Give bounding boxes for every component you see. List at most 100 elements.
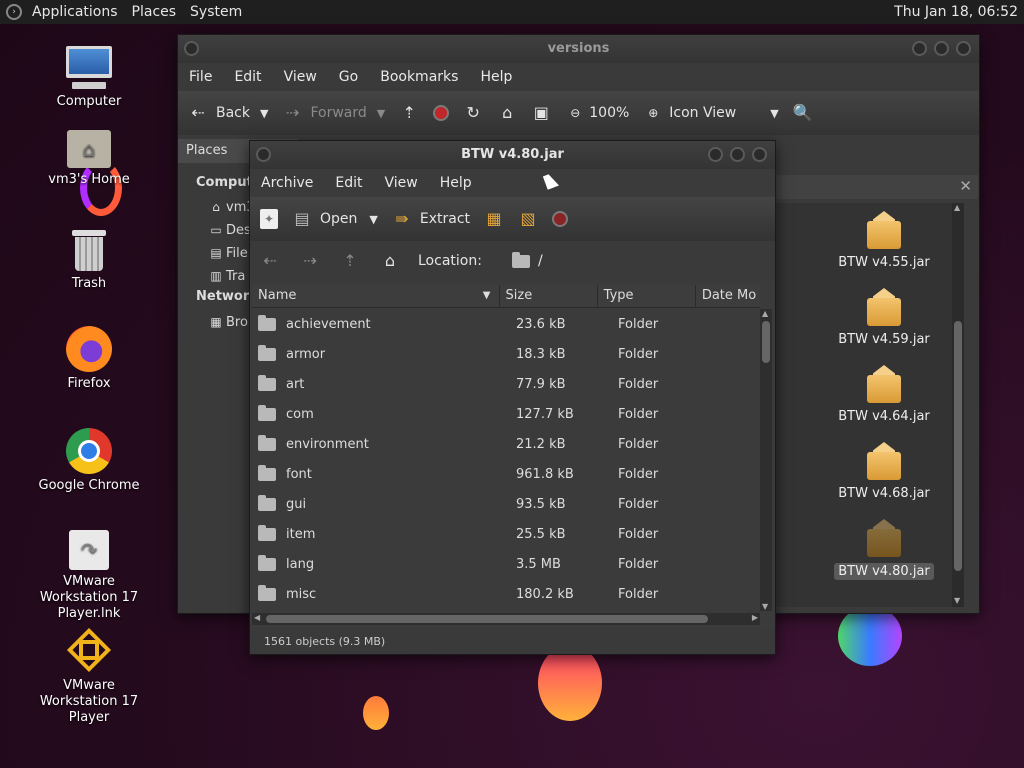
back-arrow-icon[interactable]: ⇠: [260, 251, 280, 271]
scroll-right-arrow[interactable]: ▶: [752, 613, 758, 622]
up-arrow-icon[interactable]: ⇡: [399, 103, 419, 123]
scrollbar-thumb[interactable]: [954, 321, 962, 571]
scroll-down-arrow[interactable]: ▼: [762, 602, 768, 611]
extract-button[interactable]: ⇛ Extract: [392, 209, 470, 229]
file-item[interactable]: BTW v4.55.jar: [822, 211, 946, 270]
minimize-button[interactable]: [708, 147, 723, 162]
desktop-icon-firefox[interactable]: Firefox: [24, 326, 154, 391]
sidebar-item-desktop[interactable]: ▭ Des: [206, 220, 250, 240]
zoom-in-icon[interactable]: ⊕: [643, 103, 663, 123]
panel-menu-system[interactable]: System: [190, 4, 242, 20]
scrollbar-thumb[interactable]: [762, 321, 770, 363]
column-header-size[interactable]: Size: [500, 285, 598, 307]
reload-icon[interactable]: ↻: [463, 103, 483, 123]
maximize-button[interactable]: [730, 147, 745, 162]
forward-button[interactable]: ⇢ Forward ▼: [282, 103, 385, 123]
menu-archive[interactable]: Archive: [261, 175, 313, 191]
close-button[interactable]: [956, 41, 971, 56]
window-menu-button[interactable]: [184, 41, 199, 56]
desktop-icon-computer[interactable]: Computer: [24, 46, 154, 109]
desktop-icon-vmware[interactable]: VMware Workstation 17 Player: [24, 626, 154, 726]
sidebar-item-filesystem[interactable]: ▤ File: [206, 243, 247, 263]
table-row[interactable]: lang 3.5 MB Folder: [252, 549, 760, 579]
file-item[interactable]: BTW v4.68.jar: [822, 442, 946, 501]
forward-history-dropdown[interactable]: ▼: [377, 107, 385, 120]
back-button[interactable]: ⇠ Back ▼: [188, 103, 268, 123]
open-button[interactable]: ▤ Open ▼: [292, 209, 377, 229]
menu-view[interactable]: View: [385, 175, 418, 191]
up-arrow-icon[interactable]: ⇡: [340, 251, 360, 271]
jar-file-icon: [867, 288, 901, 326]
scroll-left-arrow[interactable]: ◀: [254, 613, 260, 622]
panel-menu-applications[interactable]: Applications: [32, 4, 118, 20]
computer-icon[interactable]: ▣: [531, 103, 551, 123]
minimize-button[interactable]: [912, 41, 927, 56]
table-row[interactable]: achievement 23.6 kB Folder: [252, 309, 760, 339]
scrollbar-thumb[interactable]: [266, 615, 708, 623]
menu-help[interactable]: Help: [440, 175, 472, 191]
window-titlebar[interactable]: BTW v4.80.jar: [250, 141, 775, 169]
table-row[interactable]: art 77.9 kB Folder: [252, 369, 760, 399]
maximize-button[interactable]: [934, 41, 949, 56]
sidebar-item-browse-network[interactable]: ▦ Bro: [206, 312, 248, 332]
window-menu-button[interactable]: [256, 147, 271, 162]
table-row[interactable]: com 127.7 kB Folder: [252, 399, 760, 429]
sidebar-item-trash[interactable]: ▥ Tra: [206, 266, 245, 286]
add-files-icon[interactable]: ▦: [484, 209, 504, 229]
home-icon[interactable]: ⌂: [497, 103, 517, 123]
scroll-down-arrow[interactable]: ▼: [954, 596, 960, 605]
menu-view[interactable]: View: [284, 69, 317, 85]
list-header: Name ▼ Size Type Date Mo: [252, 285, 760, 308]
stop-button[interactable]: [433, 105, 450, 121]
vertical-scrollbar[interactable]: ▲ ▼: [952, 203, 964, 607]
stop-button[interactable]: [552, 211, 569, 227]
close-button[interactable]: [752, 147, 767, 162]
search-icon[interactable]: 🔍: [793, 103, 813, 123]
zoom-level[interactable]: 100%: [589, 105, 629, 121]
file-item[interactable]: BTW v4.59.jar: [822, 288, 946, 347]
file-item-selected[interactable]: BTW v4.80.jar: [822, 519, 946, 580]
table-row[interactable]: armor 18.3 kB Folder: [252, 339, 760, 369]
menubar: Archive Edit View Help: [250, 169, 775, 197]
desktop-icon-trash[interactable]: Trash: [24, 228, 154, 291]
sidebar-item-home[interactable]: ⌂ vm3: [206, 197, 254, 217]
menu-edit[interactable]: Edit: [234, 69, 261, 85]
distro-logo-icon[interactable]: ›: [6, 4, 22, 20]
table-row[interactable]: item 25.5 kB Folder: [252, 519, 760, 549]
panel-menu-places[interactable]: Places: [132, 4, 177, 20]
vertical-scrollbar[interactable]: ▲ ▼: [760, 309, 772, 611]
table-row[interactable]: gui 93.5 kB Folder: [252, 489, 760, 519]
desktop-icon-home[interactable]: ⌂ vm3's Home: [24, 130, 154, 187]
column-header-type[interactable]: Type: [598, 285, 696, 307]
location-path[interactable]: /: [538, 253, 543, 269]
desktop-icon-chrome[interactable]: Google Chrome: [24, 428, 154, 493]
menu-bookmarks[interactable]: Bookmarks: [380, 69, 458, 85]
back-history-dropdown[interactable]: ▼: [260, 107, 268, 120]
scroll-up-arrow[interactable]: ▲: [954, 203, 960, 212]
view-mode-select[interactable]: Icon View ▼: [669, 105, 778, 121]
home-icon[interactable]: ⌂: [380, 251, 400, 271]
horizontal-scrollbar[interactable]: ◀ ▶: [252, 613, 760, 625]
table-row[interactable]: font 961.8 kB Folder: [252, 459, 760, 489]
decorative-blob: [538, 645, 602, 721]
zoom-out-icon[interactable]: ⊖: [565, 103, 585, 123]
window-titlebar[interactable]: versions: [178, 35, 979, 63]
open-dropdown[interactable]: ▼: [369, 213, 377, 226]
table-row[interactable]: misc 180.2 kB Folder: [252, 579, 760, 609]
file-item[interactable]: BTW v4.64.jar: [822, 365, 946, 424]
menu-edit[interactable]: Edit: [335, 175, 362, 191]
close-pane-icon[interactable]: ✕: [959, 177, 972, 195]
menu-help[interactable]: Help: [480, 69, 512, 85]
table-row[interactable]: environment 21.2 kB Folder: [252, 429, 760, 459]
scroll-up-arrow[interactable]: ▲: [762, 309, 768, 318]
forward-arrow-icon[interactable]: ⇢: [300, 251, 320, 271]
new-archive-icon[interactable]: ✦: [260, 209, 278, 229]
column-header-name[interactable]: Name ▼: [252, 285, 500, 307]
panel-clock[interactable]: Thu Jan 18, 06:52: [894, 4, 1018, 20]
menu-file[interactable]: File: [189, 69, 212, 85]
column-header-date[interactable]: Date Mo: [696, 285, 760, 307]
folder-icon: [258, 344, 276, 361]
desktop-icon-vmware-link[interactable]: ↷ VMware Workstation 17 Player.lnk: [24, 530, 154, 622]
add-folder-icon[interactable]: ▧: [518, 209, 538, 229]
menu-go[interactable]: Go: [339, 69, 358, 85]
